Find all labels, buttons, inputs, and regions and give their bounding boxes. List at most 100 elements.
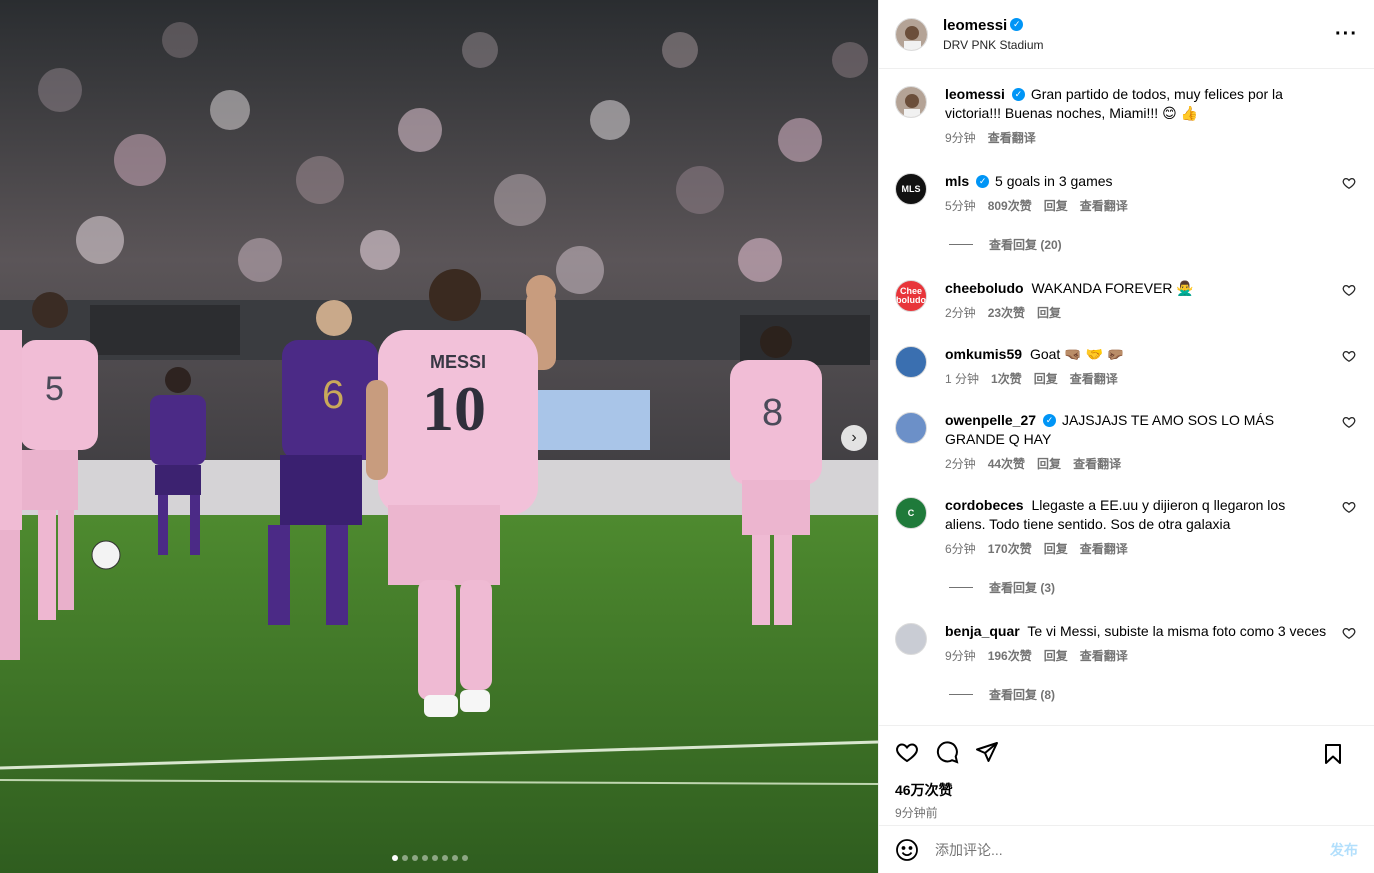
post-comment-button[interactable]: 发布 bbox=[1330, 840, 1358, 860]
commenter-username[interactable]: owenpelle_27 bbox=[945, 412, 1036, 428]
see-translation-button[interactable]: 查看翻译 bbox=[1080, 197, 1128, 214]
commenter-username[interactable]: cordobeces bbox=[945, 497, 1024, 513]
verified-badge-icon: ✓ bbox=[1043, 413, 1057, 427]
comment-like-icon[interactable] bbox=[1342, 415, 1356, 429]
view-replies-button[interactable]: 查看回复 (8) bbox=[949, 686, 1358, 703]
action-bar: 46万次赞 9分钟前 bbox=[879, 725, 1374, 825]
comment-like-count[interactable]: 809次赞 bbox=[988, 197, 1032, 214]
author-username[interactable]: leomessi bbox=[943, 17, 1007, 34]
author-avatar[interactable] bbox=[895, 17, 928, 51]
comment-icon[interactable] bbox=[935, 740, 959, 764]
carousel-dot bbox=[442, 855, 448, 861]
replies-divider bbox=[949, 587, 973, 588]
carousel-dot bbox=[392, 855, 398, 861]
caption-time[interactable]: 9分钟 bbox=[945, 129, 976, 146]
carousel-indicator bbox=[392, 855, 468, 861]
reply-button[interactable]: 回复 bbox=[1044, 647, 1068, 664]
post-photo[interactable]: 5 6 MESSI 10 8 › bbox=[0, 0, 878, 873]
commenter-username[interactable]: mls bbox=[945, 173, 969, 189]
verified-badge-icon: ✓ bbox=[1011, 87, 1025, 101]
verified-badge-icon: ✓ bbox=[976, 174, 990, 188]
comment-time[interactable]: 1 分钟 bbox=[945, 370, 979, 387]
see-translation-button[interactable]: 查看翻译 bbox=[1080, 647, 1128, 664]
avatar-label: MLS bbox=[901, 183, 921, 194]
post-location[interactable]: DRV PNK Stadium bbox=[943, 38, 1335, 52]
comment-like-icon[interactable] bbox=[1342, 349, 1356, 363]
comment-like-icon[interactable] bbox=[1342, 626, 1356, 640]
comment-like-count[interactable]: 23次赞 bbox=[988, 304, 1025, 321]
replies-divider bbox=[949, 694, 973, 695]
like-count[interactable]: 46万次赞 bbox=[895, 780, 1358, 800]
post-time[interactable]: 9分钟前 bbox=[895, 804, 1358, 821]
see-translation-button[interactable]: 查看翻译 bbox=[1070, 370, 1118, 387]
reply-button[interactable]: 回复 bbox=[1044, 540, 1068, 557]
caption: leomessi ✓ Gran partido de todos, muy fel… bbox=[895, 85, 1358, 146]
comment-input[interactable] bbox=[935, 841, 1330, 858]
jersey-name: MESSI bbox=[430, 352, 486, 372]
comment-time[interactable]: 5分钟 bbox=[945, 197, 976, 214]
comment-like-icon[interactable] bbox=[1342, 500, 1356, 514]
carousel-dot bbox=[462, 855, 468, 861]
avatar-label: Chee boludo bbox=[896, 286, 926, 305]
comment-time[interactable]: 2分钟 bbox=[945, 304, 976, 321]
view-replies-button[interactable]: 查看回复 (3) bbox=[949, 579, 1358, 596]
comment-text: WAKANDA FOREVER 🙅‍♂️ bbox=[1031, 280, 1194, 296]
comment-like-count[interactable]: 44次赞 bbox=[988, 455, 1025, 472]
comment-item: Ccordobeces Llegaste a EE.uu y dijieron … bbox=[895, 496, 1358, 557]
view-replies-label: 查看回复 (3) bbox=[989, 581, 1056, 595]
see-translation-button[interactable]: 查看翻译 bbox=[1073, 455, 1121, 472]
post-details-panel: leomessi ✓ DRV PNK Stadium ··· leomessi ✓ … bbox=[878, 0, 1374, 873]
commenter-username[interactable]: cheeboludo bbox=[945, 280, 1024, 296]
reply-button[interactable]: 回复 bbox=[1037, 304, 1061, 321]
avatar-label: C bbox=[907, 507, 915, 518]
comment-item: MLS mls ✓ 5 goals in 3 games 5分钟 809次赞 回复 查看翻译 bbox=[895, 172, 1358, 214]
carousel-dot bbox=[412, 855, 418, 861]
commenter-avatar[interactable]: MLS bbox=[895, 173, 927, 205]
comment-item: benja_quar Te vi Messi, subiste la misma… bbox=[895, 622, 1358, 664]
replies-divider bbox=[949, 244, 973, 245]
reply-button[interactable]: 回复 bbox=[1034, 370, 1058, 387]
comment-time[interactable]: 2分钟 bbox=[945, 455, 976, 472]
carousel-dot bbox=[422, 855, 428, 861]
next-photo-button[interactable]: › bbox=[841, 425, 867, 451]
comment-time[interactable]: 6分钟 bbox=[945, 540, 976, 557]
comments-list[interactable]: leomessi ✓ Gran partido de todos, muy fel… bbox=[879, 69, 1374, 725]
heart-icon[interactable] bbox=[895, 740, 919, 764]
view-replies-label: 查看回复 (20) bbox=[989, 238, 1062, 252]
see-translation-button[interactable]: 查看翻译 bbox=[1080, 540, 1128, 557]
commenter-avatar[interactable] bbox=[895, 346, 927, 378]
commenter-username[interactable]: omkumis59 bbox=[945, 346, 1022, 362]
view-replies-button[interactable]: 查看回复 (20) bbox=[949, 236, 1358, 253]
add-comment-bar: 发布 bbox=[879, 825, 1374, 873]
post-header: leomessi ✓ DRV PNK Stadium ··· bbox=[879, 0, 1374, 69]
commenter-username[interactable]: benja_quar bbox=[945, 623, 1020, 639]
comment-like-icon[interactable] bbox=[1342, 283, 1356, 297]
more-options-icon[interactable]: ··· bbox=[1335, 23, 1358, 46]
comment-like-count[interactable]: 1次赞 bbox=[991, 370, 1022, 387]
view-replies-label: 查看回复 (8) bbox=[989, 688, 1056, 702]
reply-button[interactable]: 回复 bbox=[1037, 455, 1061, 472]
author-avatar[interactable] bbox=[895, 86, 927, 118]
comment-like-count[interactable]: 196次赞 bbox=[988, 647, 1032, 664]
commenter-avatar[interactable]: Chee boludo bbox=[895, 280, 927, 312]
comment-like-icon[interactable] bbox=[1342, 176, 1356, 190]
commenter-avatar[interactable]: C bbox=[895, 497, 927, 529]
commenter-avatar[interactable] bbox=[895, 412, 927, 444]
share-icon[interactable] bbox=[975, 740, 999, 764]
comment-like-count[interactable]: 170次赞 bbox=[988, 540, 1032, 557]
comment-time[interactable]: 9分钟 bbox=[945, 647, 976, 664]
comment-item: owenpelle_27 ✓ JAJSJAJS TE AMO SOS LO MÁS… bbox=[895, 411, 1358, 472]
comment-text: 5 goals in 3 games bbox=[995, 173, 1113, 189]
carousel-dot bbox=[402, 855, 408, 861]
comment-items: MLS mls ✓ 5 goals in 3 games 5分钟 809次赞 回复 查看翻译… bbox=[895, 172, 1358, 725]
commenter-avatar[interactable] bbox=[895, 623, 927, 655]
emoji-icon[interactable] bbox=[895, 838, 919, 862]
comment-text: Te vi Messi, subiste la misma foto como … bbox=[1027, 623, 1327, 639]
see-translation-button[interactable]: 查看翻译 bbox=[988, 129, 1036, 146]
comment-text: Goat 🤜🏽 🤝 🤛🏽 bbox=[1029, 346, 1125, 362]
reply-button[interactable]: 回复 bbox=[1044, 197, 1068, 214]
carousel-dot bbox=[432, 855, 438, 861]
caption-username[interactable]: leomessi bbox=[945, 86, 1005, 102]
jersey-number: 10 bbox=[422, 373, 486, 444]
bookmark-icon[interactable] bbox=[1321, 742, 1345, 766]
